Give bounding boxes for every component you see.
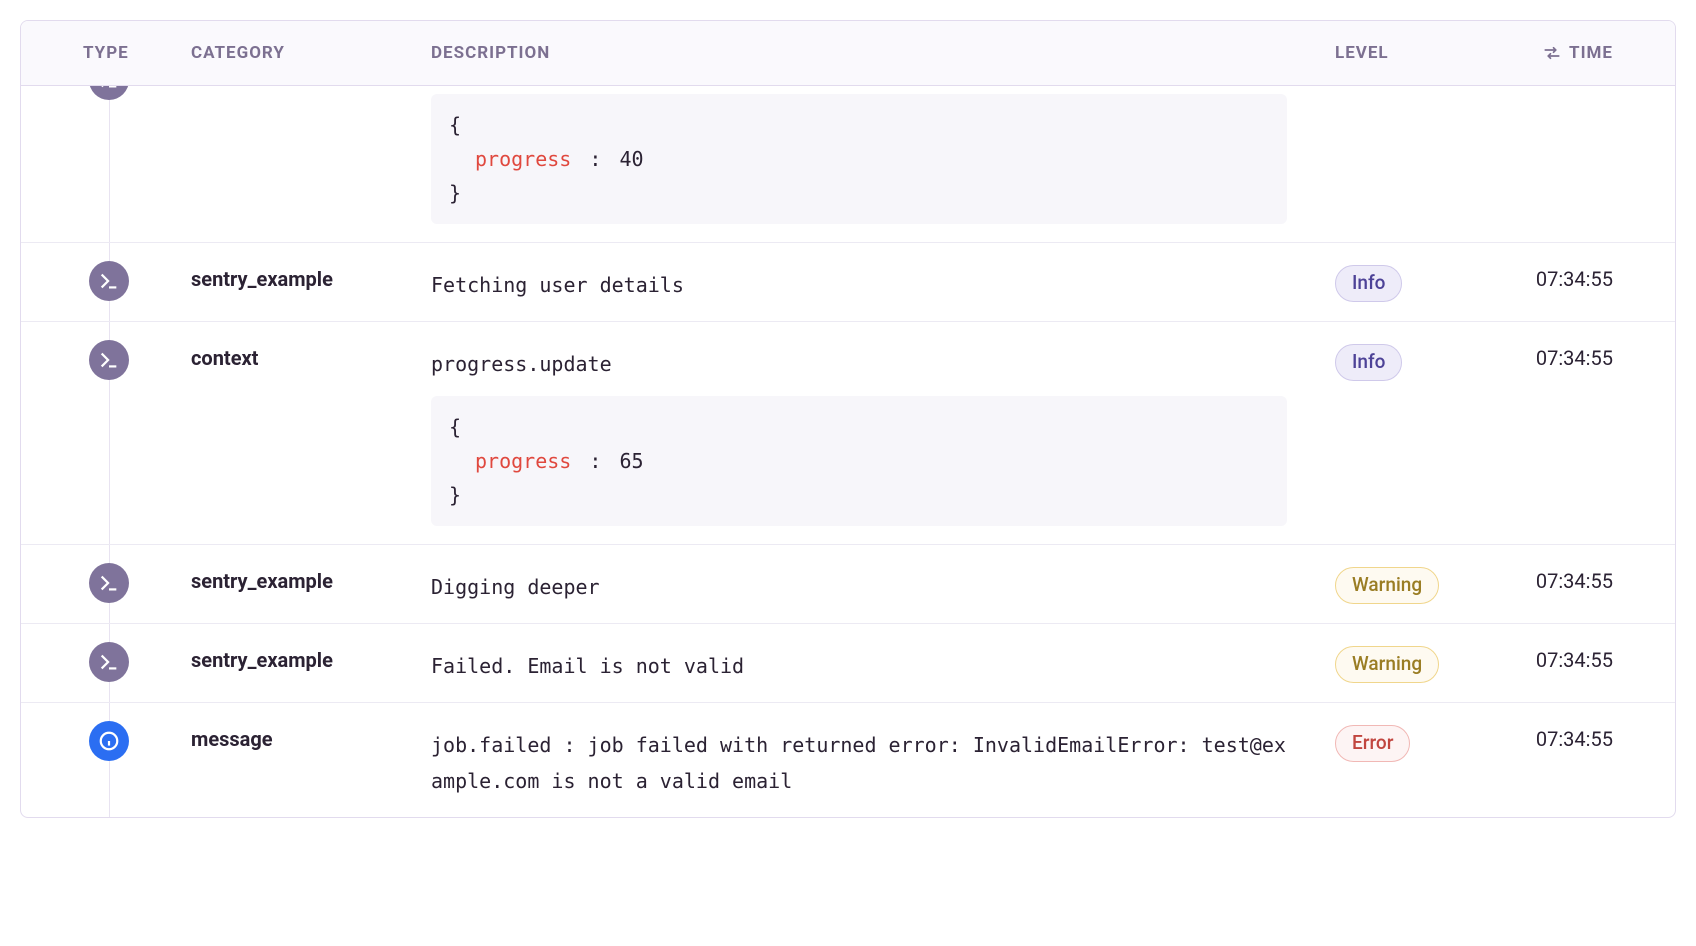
category-cell [191,86,431,224]
terminal-icon [89,642,129,682]
description-cell: progress.update [431,346,1287,382]
level-badge-warning: Warning [1335,646,1439,683]
description-cell: Digging deeper [431,569,1287,605]
level-badge-info: Info [1335,344,1402,381]
table-header: TYPE CATEGORY DESCRIPTION LEVEL TIME [21,21,1675,86]
code-block: { progress : 65 } [431,396,1287,526]
col-header-description[interactable]: DESCRIPTION [431,43,1335,63]
category-cell: message [191,721,431,799]
time-cell: 07:34:55 [1515,721,1675,799]
terminal-icon [89,340,129,380]
time-cell [1515,86,1675,224]
col-header-time-label: TIME [1569,43,1613,63]
table-row[interactable]: sentry_example Failed. Email is not vali… [21,624,1675,703]
level-badge-warning: Warning [1335,567,1439,604]
info-icon [89,721,129,761]
category-cell: sentry_example [191,563,431,605]
level-badge-error: Error [1335,725,1410,762]
sort-icon [1543,44,1561,62]
table-row[interactable]: context progress.update { progress : 65 … [21,322,1675,545]
description-cell: Fetching user details [431,267,1287,303]
category-cell: sentry_example [191,261,431,303]
terminal-icon [89,563,129,603]
breadcrumbs-list: { progress : 40 } sentry_example [21,86,1675,817]
breadcrumbs-panel: TYPE CATEGORY DESCRIPTION LEVEL TIME [20,20,1676,818]
table-row[interactable]: message job.failed : job failed with ret… [21,703,1675,817]
time-cell: 07:34:55 [1515,340,1675,526]
table-row[interactable]: sentry_example Digging deeper Warning 07… [21,545,1675,624]
code-value: 40 [619,147,643,171]
time-cell: 07:34:55 [1515,642,1675,684]
category-cell: sentry_example [191,642,431,684]
col-header-type[interactable]: TYPE [21,43,191,63]
time-cell: 07:34:55 [1515,261,1675,303]
col-header-time[interactable]: TIME [1515,43,1675,63]
description-cell: Failed. Email is not valid [431,648,1287,684]
col-header-category[interactable]: CATEGORY [191,43,431,63]
terminal-icon [89,261,129,301]
time-cell: 07:34:55 [1515,563,1675,605]
table-row[interactable]: sentry_example Fetching user details Inf… [21,243,1675,322]
col-header-level[interactable]: LEVEL [1335,43,1515,63]
code-block: { progress : 40 } [431,94,1287,224]
code-value: 65 [619,449,643,473]
table-row[interactable]: { progress : 40 } [21,86,1675,243]
level-badge-info: Info [1335,265,1402,302]
category-cell: context [191,340,431,526]
description-cell: job.failed : job failed with returned er… [431,727,1287,799]
code-key: progress [475,449,571,473]
code-key: progress [475,147,571,171]
